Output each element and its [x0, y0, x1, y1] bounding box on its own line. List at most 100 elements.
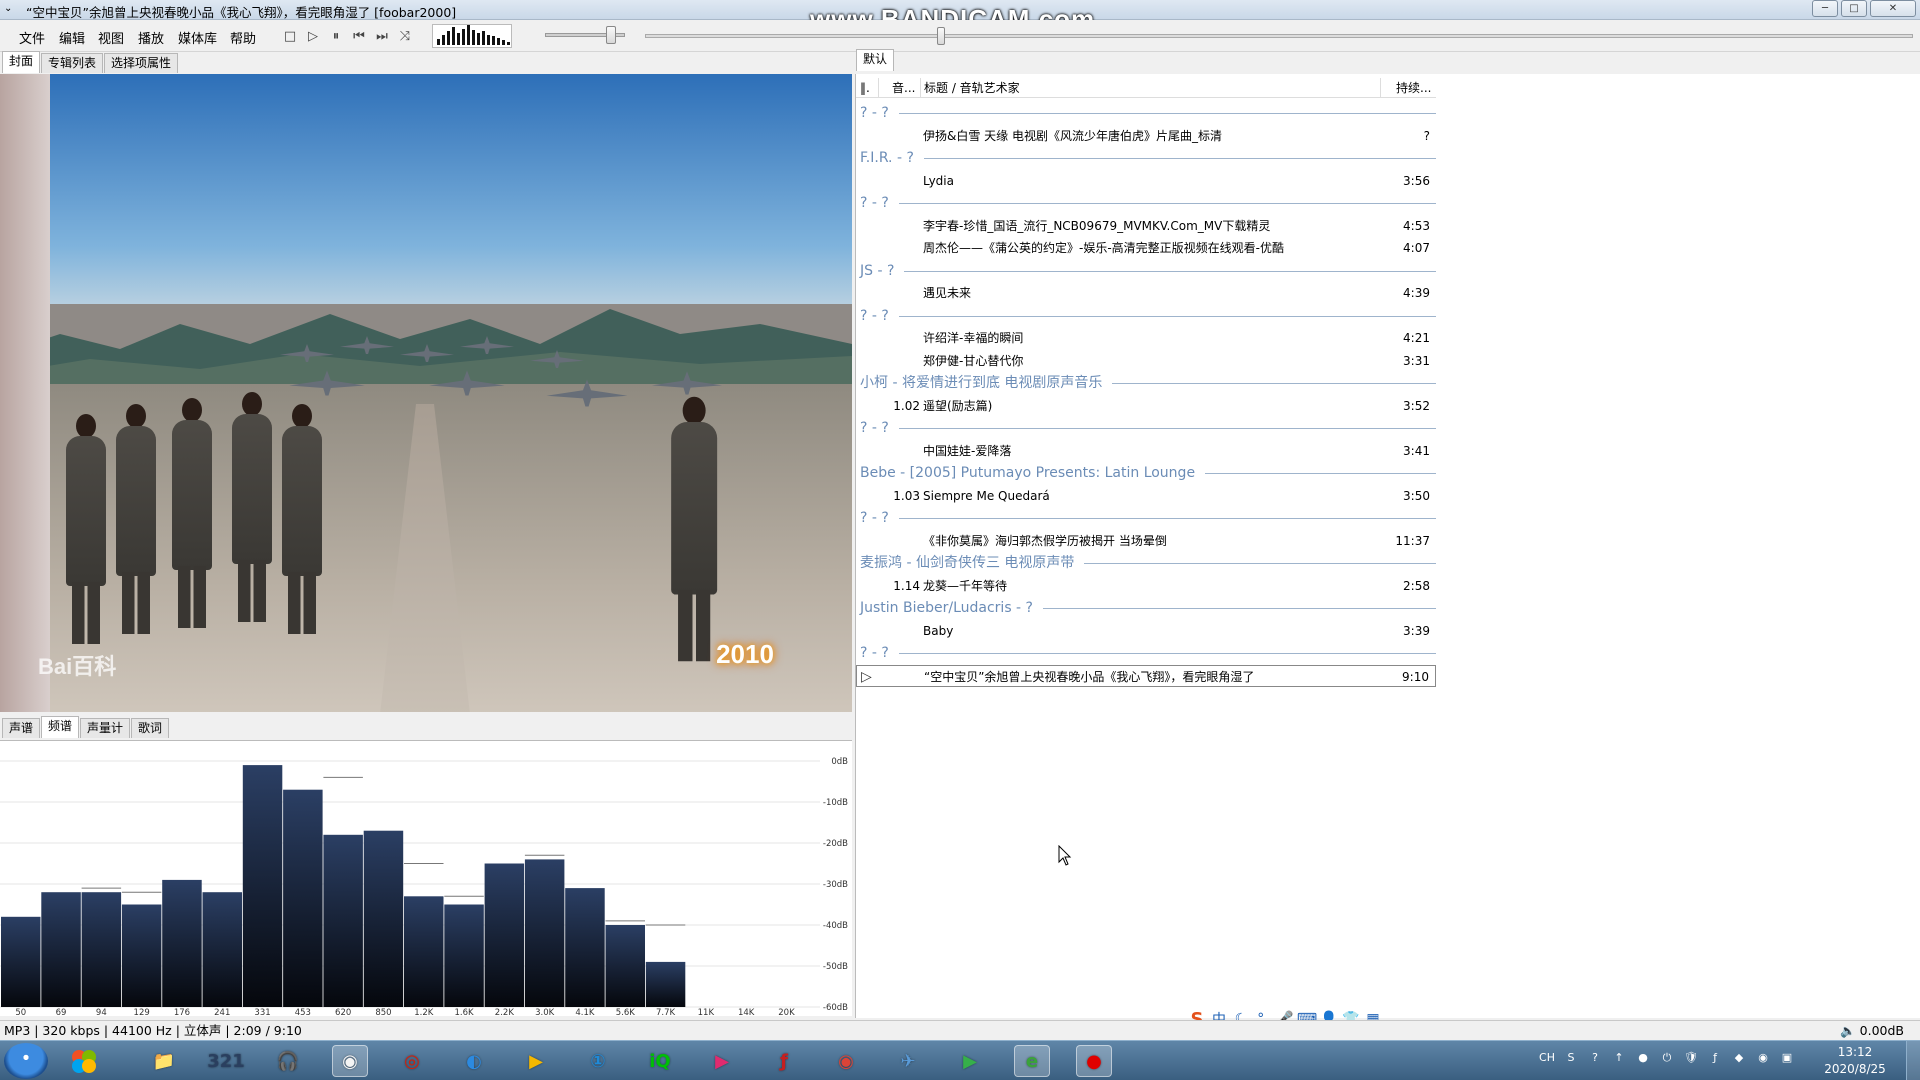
video-player-icon[interactable]: ▶ — [952, 1045, 988, 1077]
playlist-group-header[interactable]: 小柯 - 将爱情进行到底 电视剧原声音乐 — [860, 372, 1436, 394]
tray-icon[interactable]: ? — [1586, 1051, 1604, 1071]
menu-playback[interactable]: 播放 — [138, 28, 164, 47]
bird-app-icon[interactable]: ✈ — [890, 1045, 926, 1077]
baidu-watermark: Bai百科 — [38, 654, 117, 679]
menu-view[interactable]: 视图 — [98, 28, 124, 47]
headphones-icon[interactable]: 🎧 — [270, 1045, 306, 1077]
track-title: 遇见未来 — [923, 286, 972, 300]
menu-library[interactable]: 媒体库 — [178, 28, 217, 47]
playlist-group-header[interactable]: F.I.R. - ? — [860, 147, 1436, 169]
system-menu-icon[interactable]: ⌄ — [4, 3, 16, 15]
track-title: 伊扬&白雪 天缘 电视剧《风流少年唐伯虎》片尾曲_标清 — [923, 128, 1222, 143]
tab-spectrum[interactable]: 频谱 — [41, 716, 80, 738]
tray-icon[interactable]: S — [1562, 1051, 1580, 1071]
windows-live-icon[interactable] — [64, 1045, 104, 1077]
column-title-artist[interactable]: 标题 / 音轨艺术家 — [924, 78, 1020, 98]
playlist-group-header[interactable]: ? - ? — [860, 102, 1436, 124]
tray-icon[interactable]: 🛡 — [1682, 1051, 1700, 1071]
youku-icon[interactable]: ▶ — [704, 1045, 740, 1077]
group-separator-line — [898, 315, 1436, 317]
playlist-track[interactable]: 1.03 Siempre Me Quedará 3:50 — [856, 485, 1436, 507]
playlist-group-header[interactable]: JS - ? — [860, 260, 1436, 282]
playlist-group-header[interactable]: ? - ? — [860, 417, 1436, 439]
menu-file[interactable]: 文件 — [19, 28, 45, 47]
playlist-group-header[interactable]: Bebe - [2005] Putumayo Presents: Latin L… — [860, 462, 1436, 484]
bandicam-icon[interactable]: ● — [1076, 1045, 1112, 1077]
seek-bar-knob[interactable] — [937, 27, 945, 45]
playlist-track[interactable]: 李宇春-珍惜_国语_流行_NCB09679_MVMKV.Com_MV下载精灵 4:… — [856, 215, 1436, 237]
column-track-number[interactable]: 音... — [892, 78, 915, 98]
info-app-icon[interactable]: ① — [580, 1045, 616, 1077]
playlist-track[interactable]: 1.14 龙葵—千年等待 2:58 — [856, 575, 1436, 597]
spectrum-x-tick-label: 3.0K — [535, 1008, 555, 1017]
tray-icon[interactable]: ⏻ — [1658, 1051, 1676, 1071]
show-desktop-button[interactable] — [1906, 1041, 1920, 1080]
clock[interactable]: 13:12 2020/8/25 — [1820, 1044, 1890, 1078]
playlist-track[interactable]: 《非你莫属》海归郭杰假学历被揭开 当场晕倒 11:37 — [856, 530, 1436, 552]
seek-bar[interactable] — [645, 34, 1913, 38]
track-duration: 3:41 — [1403, 443, 1430, 458]
column-playing[interactable]: ‖. — [860, 78, 870, 98]
play-icon[interactable]: ▷ — [304, 28, 322, 46]
iqiyi-icon[interactable]: iQ — [642, 1045, 678, 1077]
playlist-track[interactable]: 周杰伦——《蒲公英的约定》-娱乐-高清完整正版视频在线观看-优酷 4:07 — [856, 237, 1436, 259]
volume-readout[interactable]: 🔈 0.00dB — [1840, 1021, 1904, 1041]
tray-icon[interactable]: ↑ — [1610, 1051, 1628, 1071]
volume-slider-knob[interactable] — [606, 26, 616, 44]
foobar-icon[interactable]: ◉ — [332, 1045, 368, 1077]
tray-icon[interactable]: ● — [1634, 1051, 1652, 1071]
chrome-icon[interactable]: ◉ — [828, 1045, 864, 1077]
tab-selection-properties[interactable]: 选择项属性 — [104, 53, 179, 73]
playlist-track[interactable]: 许绍洋-幸福的瞬间 4:21 — [856, 327, 1436, 349]
playlist-track[interactable]: 郑伊健-甘心替代你 3:31 — [856, 350, 1436, 372]
netease-music-icon[interactable]: ◎ — [394, 1045, 430, 1077]
playlist-track[interactable]: Baby 3:39 — [856, 620, 1436, 642]
menu-help[interactable]: 帮助 — [230, 28, 256, 47]
media-player-icon[interactable]: ◐ — [456, 1045, 492, 1077]
playlist-track[interactable]: 遇见未来 4:39 — [856, 282, 1436, 304]
group-separator-line — [923, 158, 1436, 159]
toolbar-visualization — [432, 24, 512, 48]
playlist-track[interactable]: 1.02 遥望(励志篇) 3:52 — [856, 395, 1436, 417]
file-explorer-glyph: 📁 — [152, 1050, 176, 1072]
tab-album-list[interactable]: 专辑列表 — [41, 53, 104, 73]
tab-vu-meter[interactable]: 声量计 — [80, 718, 131, 738]
calendar-icon[interactable]: 321 — [207, 1045, 245, 1077]
playlist-group-header[interactable]: ? - ? — [860, 305, 1436, 327]
tray-icon[interactable]: ◆ — [1730, 1051, 1748, 1071]
playlist-track[interactable]: 伊扬&白雪 天缘 电视剧《风流少年唐伯虎》片尾曲_标清? — [856, 125, 1436, 147]
tray-icon[interactable]: ▣ — [1778, 1051, 1796, 1071]
previous-icon[interactable]: ⏮ — [350, 28, 368, 46]
potplayer-icon[interactable]: ▶ — [518, 1045, 554, 1077]
playlist-group-header[interactable]: 麦振鸿 - 仙剑奇侠传三 电视原声带 — [860, 552, 1436, 574]
flash-icon[interactable]: ƒ — [766, 1045, 802, 1077]
close-button[interactable]: ✕ — [1870, 0, 1916, 17]
start-button[interactable] — [4, 1043, 48, 1079]
stop-icon[interactable]: □ — [281, 28, 299, 46]
360-browser-icon[interactable]: e — [1014, 1045, 1050, 1077]
maximize-button[interactable]: □ — [1841, 0, 1867, 17]
tab-spectrogram[interactable]: 声谱 — [2, 718, 41, 738]
file-explorer-icon[interactable]: 📁 — [146, 1045, 182, 1077]
tab-lyrics[interactable]: 歌词 — [131, 718, 170, 738]
playlist-track[interactable]: 中国娃娃-爱降落 3:41 — [856, 440, 1436, 462]
minimize-button[interactable]: ─ — [1812, 0, 1838, 17]
track-number: 1.03 — [893, 488, 920, 503]
tray-icon[interactable]: CH — [1538, 1051, 1556, 1071]
pause-icon[interactable]: ⏸ — [327, 28, 345, 46]
tab-cover[interactable]: 封面 — [2, 51, 41, 73]
playlist-group-header[interactable]: ? - ? — [860, 642, 1436, 664]
tab-playlist-default[interactable]: 默认 — [856, 49, 895, 71]
playlist-group-header[interactable]: ? - ? — [860, 192, 1436, 214]
playlist-track[interactable]: Lydia 3:56 — [856, 170, 1436, 192]
tray-icon[interactable]: ƒ — [1706, 1051, 1724, 1071]
column-duration[interactable]: 持续... — [1396, 78, 1431, 98]
random-icon[interactable]: ⤨ — [396, 28, 414, 46]
tray-icon[interactable]: ◉ — [1754, 1051, 1772, 1071]
menu-edit[interactable]: 编辑 — [59, 28, 85, 47]
playlist-group-header[interactable]: Justin Bieber/Ludacris - ? — [860, 597, 1436, 619]
playlist-group-header[interactable]: ? - ? — [860, 507, 1436, 529]
next-icon[interactable]: ⏭ — [373, 28, 391, 46]
track-title: “空中宝贝”余旭曾上央视春晚小品《我心飞翔》，看完眼角湿了 — [924, 669, 1255, 684]
playlist-track-now-playing[interactable]: ▷ “空中宝贝”余旭曾上央视春晚小品《我心飞翔》，看完眼角湿了 9:10 — [856, 664, 1436, 687]
